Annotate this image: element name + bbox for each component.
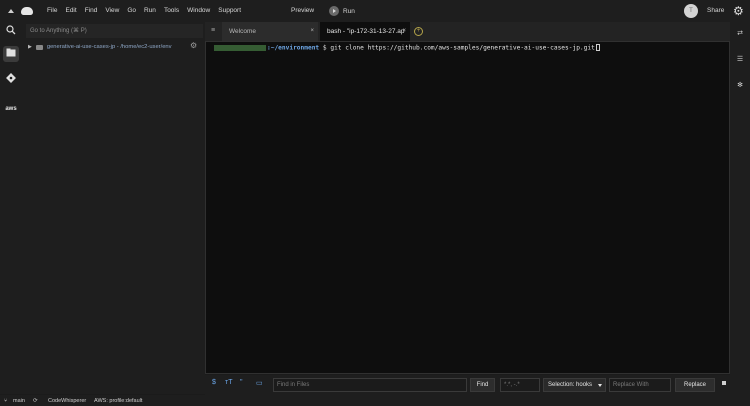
- logo-area: [0, 7, 40, 15]
- source-control-icon[interactable]: [4, 73, 18, 87]
- selection-dropdown[interactable]: Selection: hooks: [543, 378, 606, 392]
- avatar[interactable]: T: [684, 4, 698, 18]
- find-in-files-input[interactable]: Find in Files: [273, 378, 467, 392]
- close-icon[interactable]: ×: [402, 22, 406, 41]
- file-pattern-input[interactable]: *.*, -.*: [500, 378, 540, 392]
- debugger-icon[interactable]: ✻: [735, 81, 745, 91]
- find-button[interactable]: Find: [470, 378, 495, 392]
- terminal-path: :~/environment: [267, 44, 320, 52]
- menu-go[interactable]: Go: [123, 0, 140, 22]
- right-icon-rail: ⇄ ☰ ✻: [730, 22, 750, 394]
- replace-button[interactable]: Replace: [675, 378, 715, 392]
- menu-items: File Edit Find View Go Run Tools Window …: [43, 0, 245, 22]
- tab-label: bash - "ip-172-31-13-27.ap: [327, 28, 405, 35]
- terminal-cursor: [595, 44, 600, 51]
- tab-welcome[interactable]: Welcome ×: [222, 22, 318, 41]
- selection-label: Selection: hooks: [548, 382, 593, 388]
- aws-icon[interactable]: aws: [4, 102, 18, 116]
- left-icon-rail: aws: [0, 22, 22, 394]
- redacted-hostname: [214, 44, 266, 51]
- git-branch-icon: ⑂: [4, 398, 8, 404]
- terminal-command: git clone https://github.com/aws-samples…: [330, 44, 595, 52]
- tree-item-project[interactable]: ▶ generative-ai-use-cases-jp - /home/ec2…: [28, 44, 172, 50]
- preview-button[interactable]: Preview: [291, 0, 314, 22]
- git-branch-label[interactable]: main: [13, 396, 25, 406]
- chevron-right-icon[interactable]: ▶: [28, 44, 32, 50]
- case-sensitive-icon[interactable]: ᴛT: [225, 379, 232, 386]
- close-find-bar-icon[interactable]: [722, 381, 726, 385]
- editor-tab-bar: ≡ Welcome × bash - "ip-172-31-13-27.ap ×…: [205, 22, 730, 41]
- menu-find[interactable]: Find: [81, 0, 102, 22]
- menu-window[interactable]: Window: [183, 0, 214, 22]
- chevron-down-icon: [598, 384, 602, 387]
- run-button[interactable]: Run: [329, 6, 355, 16]
- gear-icon[interactable]: ⚙: [733, 4, 744, 18]
- cloud9-logo-icon: [21, 7, 33, 15]
- menu-run[interactable]: Run: [140, 0, 160, 22]
- replace-with-input[interactable]: Replace With: [609, 378, 671, 392]
- collapse-up-icon[interactable]: [8, 9, 14, 13]
- menu-tools[interactable]: Tools: [160, 0, 183, 22]
- share-button[interactable]: Share: [707, 0, 724, 22]
- menu-support[interactable]: Support: [214, 0, 245, 22]
- codewhisperer-status[interactable]: CodeWhisperer: [48, 396, 86, 406]
- regex-toggle-icon[interactable]: $: [212, 379, 216, 386]
- go-to-anything-input[interactable]: Go to Anything (⌘ P): [26, 24, 203, 38]
- menu-file[interactable]: File: [43, 0, 61, 22]
- outline-icon[interactable]: ☰: [735, 55, 745, 65]
- panel-settings-icon[interactable]: ⚙: [190, 41, 197, 50]
- tab-bash-terminal[interactable]: bash - "ip-172-31-13-27.ap ×: [320, 22, 410, 41]
- terminal-panel[interactable]: :~/environment $ git clone https://githu…: [205, 41, 730, 374]
- run-label: Run: [343, 7, 355, 15]
- terminal-command-line: :~/environment $ git clone https://githu…: [214, 44, 600, 52]
- find-in-files-bar: $ ᴛT " ▭ Find in Files Find *.*, -.* Sel…: [205, 375, 750, 395]
- tree-item-label: generative-ai-use-cases-jp - /home/ec2-u…: [46, 44, 172, 50]
- environment-folder-icon[interactable]: [4, 47, 18, 61]
- search-selection-icon[interactable]: ▭: [256, 379, 263, 387]
- folder-icon: [35, 44, 43, 50]
- sync-icon[interactable]: ⟳: [33, 396, 38, 406]
- menu-view[interactable]: View: [101, 0, 123, 22]
- whole-word-icon[interactable]: ": [240, 379, 243, 386]
- aws-profile-status[interactable]: AWS: profile:default: [94, 396, 142, 406]
- hamburger-menu-icon[interactable]: ≡: [211, 27, 215, 34]
- play-icon: [329, 6, 339, 16]
- collaborate-icon[interactable]: ⇄: [735, 29, 745, 39]
- menu-edit[interactable]: Edit: [61, 0, 80, 22]
- tab-label: Welcome: [229, 28, 256, 35]
- close-icon[interactable]: ×: [310, 22, 314, 41]
- status-bar: ⑂ main ⟳ CodeWhisperer AWS: profile:defa…: [0, 395, 750, 406]
- file-panel: Go to Anything (⌘ P) ▶ generative-ai-use…: [22, 22, 205, 394]
- terminal-prompt: $: [319, 44, 331, 52]
- menu-bar: File Edit Find View Go Run Tools Window …: [0, 0, 750, 22]
- search-icon[interactable]: [4, 25, 18, 39]
- add-tab-icon[interactable]: +: [414, 27, 423, 36]
